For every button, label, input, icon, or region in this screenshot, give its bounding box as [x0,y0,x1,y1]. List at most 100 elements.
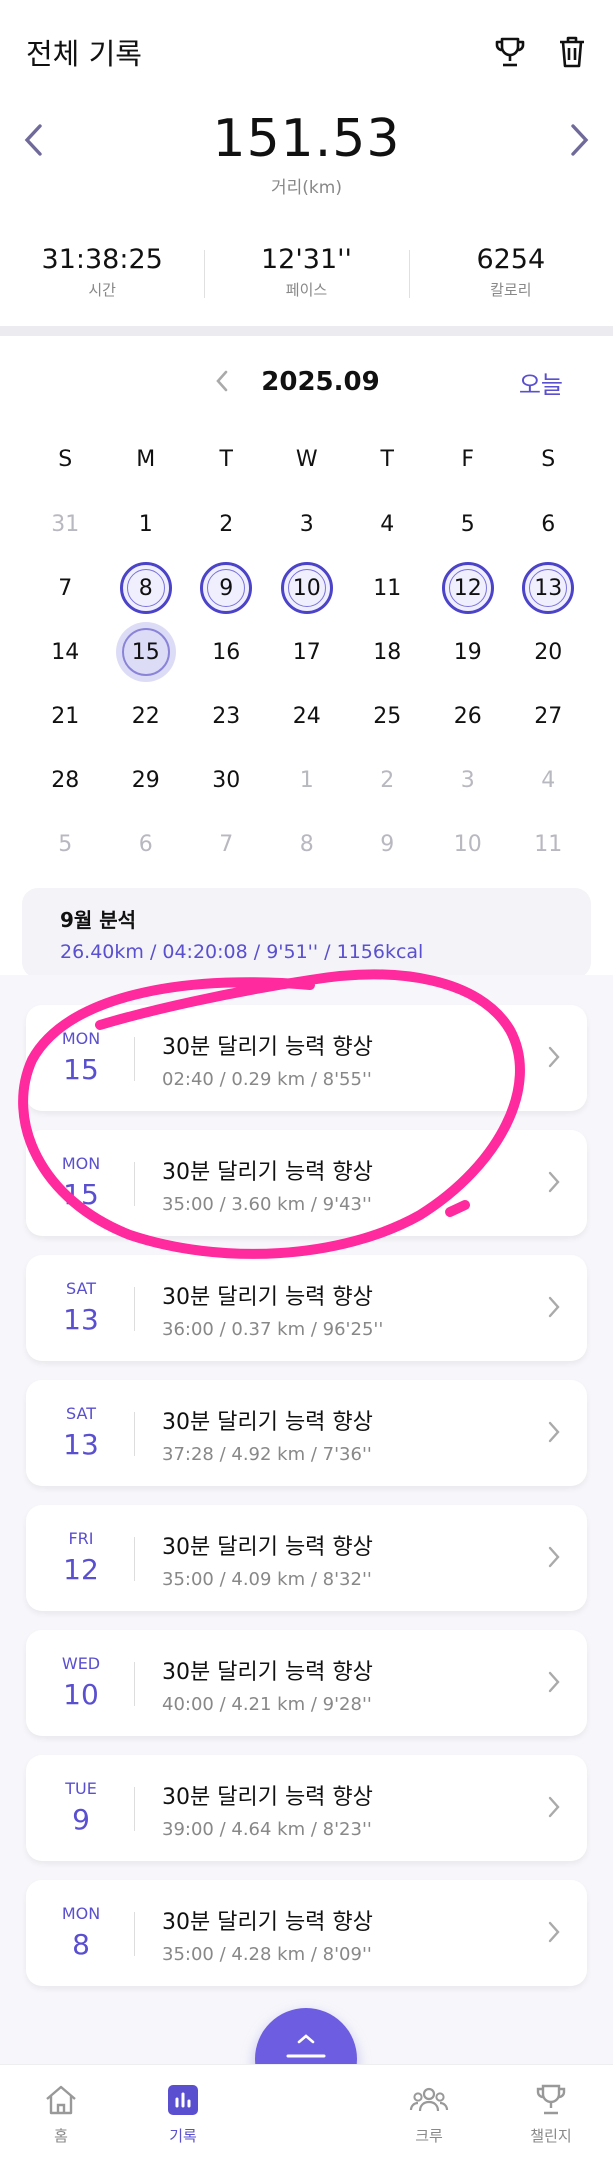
calendar-day-number: 17 [292,639,321,665]
record-stats: 39:00 / 4.64 km / 8'23'' [162,1819,372,1840]
chevron-right-icon [547,1295,561,1323]
next-period-icon[interactable] [567,122,591,162]
calendar-day[interactable]: 24 [267,684,348,748]
calendar-day[interactable]: 2 [186,492,267,556]
calendar-day[interactable]: 29 [106,748,187,812]
record-divider [134,1287,135,1331]
record-divider [134,1412,135,1456]
weekday-header: F [461,447,475,472]
bottom-nav: 홈 기록 크루 챌린지 [0,2064,613,2160]
record-date: 13 [63,1428,99,1461]
calendar-day[interactable]: 5 [25,812,106,876]
record-stats: 37:28 / 4.92 km / 7'36'' [162,1444,372,1465]
calendar-day[interactable]: 31 [25,492,106,556]
calendar-day-number: 2 [380,767,395,793]
calendar-day[interactable]: 20 [508,620,589,684]
distance-summary: 151.53 거리(km) [0,104,613,224]
calendar-day[interactable]: 1 [267,748,348,812]
nav-home[interactable]: 홈 [26,2083,96,2146]
calendar-day[interactable]: 23 [186,684,267,748]
record-divider [134,1912,135,1956]
calendar-day[interactable]: 7 [186,812,267,876]
calendar-day[interactable]: 6 [508,492,589,556]
calendar-day[interactable]: 17 [267,620,348,684]
total-distance: 151.53 [212,109,401,169]
calendar-day-stamped[interactable]: 12 [428,556,509,620]
today-button[interactable]: 오늘 [519,365,563,400]
calendar-day-number: 15 [131,639,160,665]
record-weekday: SAT [66,1404,96,1423]
record-title: 30분 달리기 능력 향상 [162,1785,373,1810]
record-weekday: MON [61,1904,101,1923]
calendar-day-number: 9 [380,831,395,857]
record-item[interactable]: FRI 12 30분 달리기 능력 향상 35:00 / 4.09 km / 8'32… [26,1505,587,1611]
record-item[interactable]: SAT 13 30분 달리기 능력 향상 37:28 / 4.92 km / 7'36… [26,1380,587,1486]
nav-records-label: 기록 [169,2127,197,2145]
calendar-day-number: 7 [58,575,73,601]
calendar-day-number: 11 [373,575,402,601]
calendar-day[interactable]: 8 [267,812,348,876]
chevron-right-icon [547,1545,561,1573]
prev-month-icon[interactable] [214,369,230,397]
calendar-day[interactable]: 1 [106,492,187,556]
analysis-title: 9월 분석 [60,908,137,932]
calendar-day[interactable]: 22 [106,684,187,748]
calendar-day-stamped[interactable]: 10 [267,556,348,620]
calendar-day-stamped[interactable]: 9 [186,556,267,620]
calendar-day[interactable]: 3 [267,492,348,556]
weekday-header: S [541,447,556,472]
calendar-day[interactable]: 26 [428,684,509,748]
record-title: 30분 달리기 능력 향상 [162,1535,373,1560]
prev-period-icon[interactable] [22,122,46,162]
calendar-day[interactable]: 11 [347,556,428,620]
calendar-day-stamped[interactable]: 8 [106,556,187,620]
calendar-day[interactable]: 14 [25,620,106,684]
nav-records[interactable]: 기록 [148,2083,218,2146]
calendar-day[interactable]: 25 [347,684,428,748]
calendar-day[interactable]: 16 [186,620,267,684]
distance-label: 거리(km) [271,178,342,198]
calendar-day-number: 11 [534,831,563,857]
chevron-right-icon [547,1670,561,1698]
trophy-icon[interactable] [493,35,527,69]
calendar-day[interactable]: 18 [347,620,428,684]
nav-crew[interactable]: 크루 [394,2083,464,2146]
calendar-day[interactable]: 9 [347,812,428,876]
record-title: 30분 달리기 능력 향상 [162,1285,373,1310]
calendar-day-number: 2 [219,511,234,537]
record-item[interactable]: TUE 9 30분 달리기 능력 향상 39:00 / 4.64 km / 8'23'… [26,1755,587,1861]
stat-value: 12'31'' [261,244,352,275]
calendar-day[interactable]: 7 [25,556,106,620]
calendar-day[interactable]: 11 [508,812,589,876]
calendar-day[interactable]: 19 [428,620,509,684]
calendar-day[interactable]: 10 [428,812,509,876]
calendar-day[interactable]: 28 [25,748,106,812]
calendar-day[interactable]: 6 [106,812,187,876]
calendar-day-today[interactable]: 15 [106,620,187,684]
nav-challenge[interactable]: 챌린지 [516,2083,586,2146]
record-weekday: SAT [66,1279,96,1298]
calendar-day[interactable]: 30 [186,748,267,812]
calendar-day-number: 8 [138,575,153,601]
calendar-day-number: 6 [138,831,153,857]
calendar-day[interactable]: 27 [508,684,589,748]
calendar-day[interactable]: 2 [347,748,428,812]
calendar-day-number: 14 [51,639,80,665]
calendar-day[interactable]: 3 [428,748,509,812]
calendar-day[interactable]: 4 [508,748,589,812]
trash-icon[interactable] [557,35,587,69]
record-item[interactable]: WED 10 30분 달리기 능력 향상 40:00 / 4.21 km / 9'28… [26,1630,587,1736]
header-actions [493,35,587,69]
calendar-day[interactable]: 21 [25,684,106,748]
calendar-day[interactable]: 4 [347,492,428,556]
nav-challenge-label: 챌린지 [530,2127,572,2145]
record-item[interactable]: MON 8 30분 달리기 능력 향상 35:00 / 4.28 km / 8'09'… [26,1880,587,1986]
calendar-month: 2025.09 [261,367,380,397]
stat-label: 시간 [88,281,116,299]
record-divider [134,1537,135,1581]
calendar-day-stamped[interactable]: 13 [508,556,589,620]
record-date: 13 [63,1303,99,1336]
calendar-day-number: 24 [292,703,321,729]
weekday-header: S [58,447,73,472]
calendar-day[interactable]: 5 [428,492,509,556]
